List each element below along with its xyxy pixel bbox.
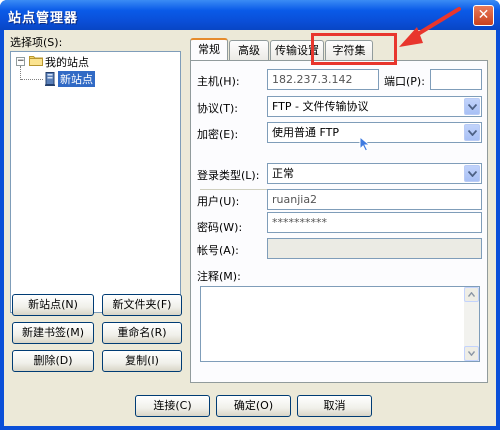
password-input[interactable]: ********** (267, 212, 482, 233)
chevron-down-icon[interactable] (464, 124, 480, 141)
tree-item-new-site[interactable]: 新站点 (58, 71, 95, 87)
tab-general[interactable]: 常规 (190, 38, 228, 60)
comments-textarea[interactable] (200, 286, 480, 362)
close-icon[interactable]: ✕ (473, 5, 494, 26)
password-label: 密码(W): (197, 221, 243, 234)
annotation-highlight-box (311, 33, 397, 65)
logon-type-label: 登录类型(L): (197, 169, 260, 182)
chevron-down-icon[interactable] (464, 165, 480, 182)
account-input (267, 238, 482, 259)
user-input[interactable]: ruanjia2 (267, 189, 482, 210)
comments-label: 注释(M): (197, 270, 241, 283)
cancel-button[interactable]: 取消 (297, 395, 372, 417)
protocol-select[interactable]: FTP - 文件传输协议 (267, 96, 482, 117)
new-site-button[interactable]: 新站点(N) (12, 294, 94, 316)
rename-button[interactable]: 重命名(R) (102, 322, 182, 344)
port-input[interactable] (430, 69, 482, 90)
logon-type-select[interactable]: 正常 (267, 163, 482, 184)
encryption-label: 加密(E): (197, 128, 239, 141)
scroll-down-icon[interactable] (464, 346, 479, 361)
tree-item-my-sites[interactable]: 我的站点 (45, 54, 89, 70)
delete-button[interactable]: 删除(D) (12, 350, 94, 372)
mouse-cursor-icon (359, 136, 371, 152)
site-tree[interactable]: − 我的站点 新站点 (10, 51, 181, 313)
encryption-value: 使用普通 FTP (272, 126, 339, 139)
scroll-up-icon[interactable] (464, 287, 479, 302)
account-label: 帐号(A): (197, 244, 239, 257)
encryption-select[interactable]: 使用普通 FTP (267, 122, 482, 143)
select-entry-label: 选择项(S): (10, 36, 63, 49)
copy-button[interactable]: 复制(I) (102, 350, 182, 372)
tree-connector (21, 79, 43, 80)
new-folder-button[interactable]: 新文件夹(F) (102, 294, 182, 316)
port-label: 端口(P): (384, 75, 425, 88)
ok-button[interactable]: 确定(O) (216, 395, 291, 417)
protocol-value: FTP - 文件传输协议 (272, 100, 369, 113)
chevron-down-icon[interactable] (464, 98, 480, 115)
user-label: 用户(U): (197, 195, 240, 208)
annotation-arrow-icon (399, 7, 461, 47)
server-icon (45, 72, 55, 86)
logon-type-value: 正常 (272, 167, 294, 180)
comments-scrollbar[interactable] (464, 287, 479, 361)
collapse-icon[interactable]: − (16, 57, 25, 66)
tab-advanced[interactable]: 高级 (229, 40, 269, 60)
host-label: 主机(H): (197, 75, 240, 88)
window-title: 站点管理器 (8, 11, 79, 26)
new-bookmark-button[interactable]: 新建书签(M) (12, 322, 94, 344)
folder-icon (29, 56, 43, 66)
protocol-label: 协议(T): (197, 102, 239, 115)
dialog-client-area: 选择项(S): − 我的站点 新站点 新站点(N) 新文件夹(F) 新建书签(M… (4, 30, 496, 426)
tree-connector (20, 66, 21, 80)
site-manager-window: 站点管理器 ✕ 选择项(S): − 我的站点 新站点 新站点(N) 新文件夹(F… (0, 0, 500, 430)
connect-button[interactable]: 连接(C) (135, 395, 210, 417)
host-input[interactable]: 182.237.3.142 (267, 69, 379, 90)
